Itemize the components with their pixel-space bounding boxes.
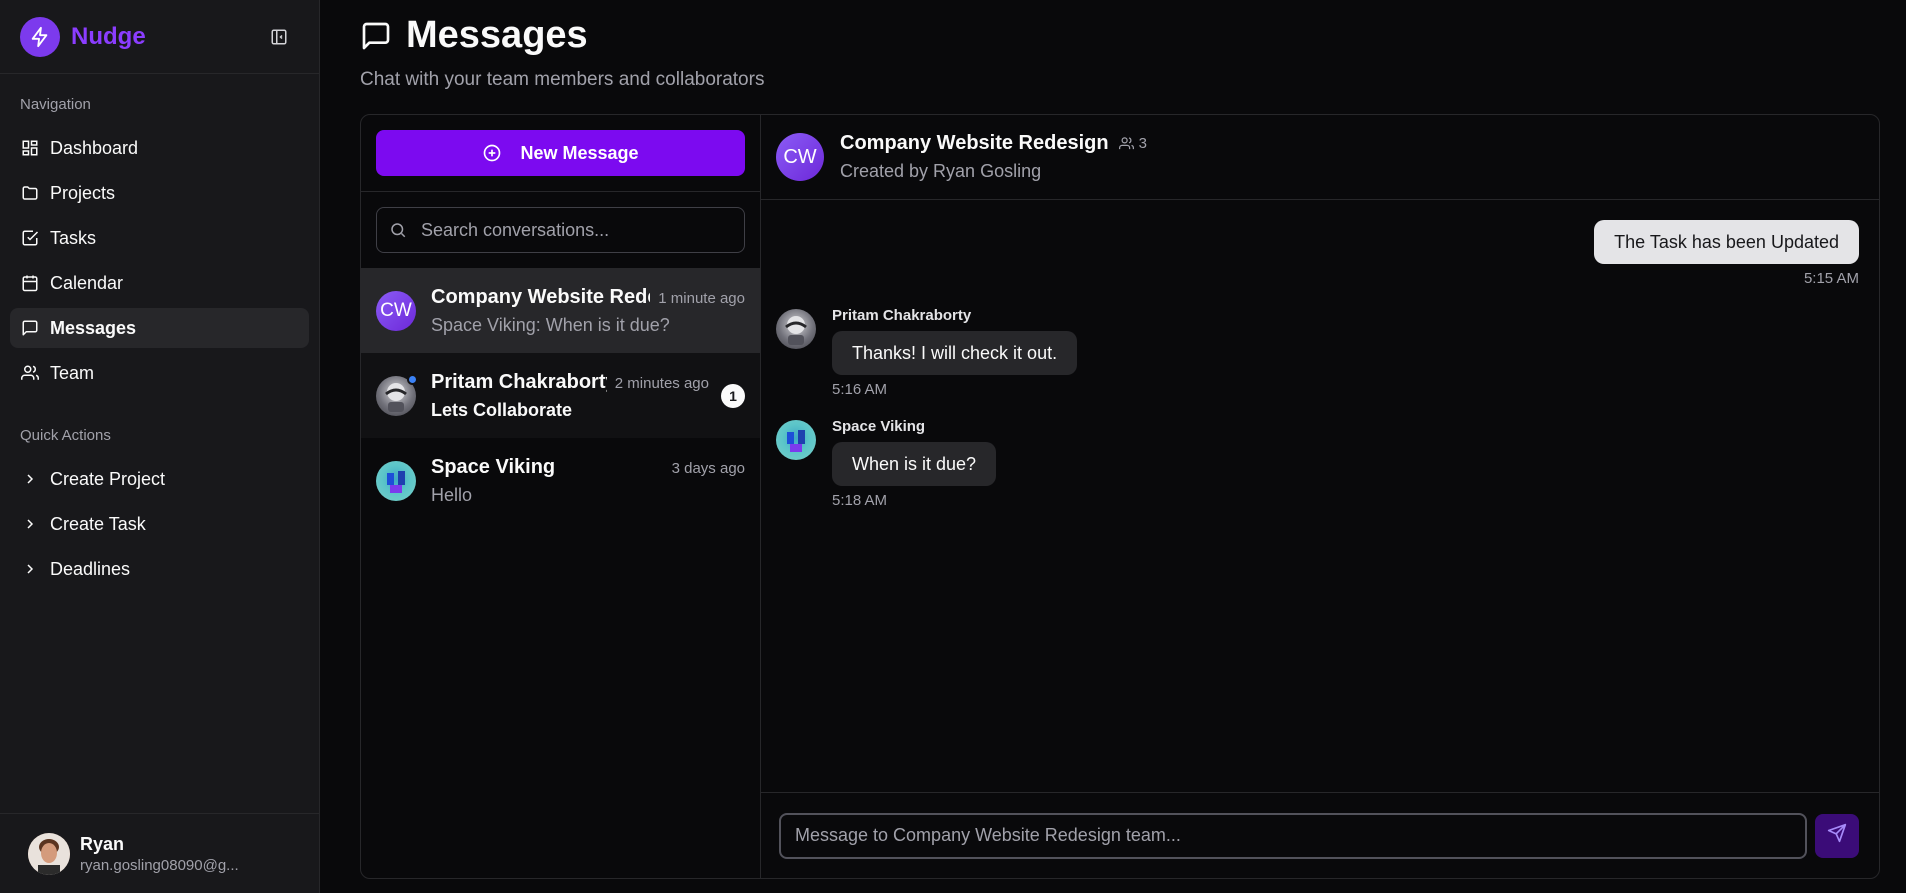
- chevron-right-icon: [20, 559, 40, 579]
- sidebar-item-tasks[interactable]: Tasks: [10, 218, 309, 258]
- calendar-icon: [20, 273, 40, 293]
- page-subtitle: Chat with your team members and collabor…: [360, 69, 765, 90]
- brand-header: Nudge: [0, 0, 319, 74]
- group-avatar: CW: [776, 133, 824, 181]
- sidebar-item-team[interactable]: Team: [10, 353, 309, 393]
- sidebar-item-calendar[interactable]: Calendar: [10, 263, 309, 303]
- chevron-right-icon: [20, 514, 40, 534]
- quick-action-label: Create Project: [50, 468, 166, 489]
- sidebar-item-projects[interactable]: Projects: [10, 173, 309, 213]
- messages-panel: New Message CW Company Website Redesign …: [360, 114, 1880, 879]
- send-icon: [1827, 823, 1847, 848]
- new-message-label: New Message: [520, 142, 639, 163]
- lightning-logo-icon[interactable]: [20, 16, 60, 57]
- conversation-preview: Hello: [431, 484, 473, 505]
- quick-deadlines[interactable]: Deadlines: [10, 549, 309, 589]
- message-square-icon: [360, 19, 394, 53]
- message-sender: Space Viking: [832, 418, 926, 435]
- conversation-list: New Message CW Company Website Redesign …: [361, 115, 761, 878]
- user-email: ryan.gosling08090@g...: [80, 856, 239, 874]
- search-input[interactable]: [421, 219, 732, 241]
- check-square-icon: [20, 228, 40, 248]
- quick-action-label: Deadlines: [50, 558, 131, 579]
- message-time: 5:18 AM: [832, 492, 888, 509]
- message-square-icon: [20, 318, 40, 338]
- conversation-item[interactable]: Pritam Chakraborty 2 minutes ago Lets Co…: [361, 353, 760, 438]
- quick-actions-nav: Create Project Create Task Deadlines: [0, 459, 319, 594]
- new-message-button[interactable]: New Message: [376, 130, 745, 176]
- avatar: [776, 420, 816, 460]
- conversation-item[interactable]: Space Viking 3 days ago Hello: [361, 438, 760, 523]
- brand-name[interactable]: Nudge: [71, 23, 146, 51]
- send-button[interactable]: [1815, 813, 1859, 858]
- avatar: [28, 832, 70, 875]
- avatar: [776, 309, 816, 349]
- sidebar-item-label: Messages: [50, 317, 137, 338]
- message-list: The Task has been Updated 5:15 AM Pritam…: [761, 200, 1879, 792]
- conversation-name: Company Website Redesign: [431, 285, 650, 308]
- quick-create-project[interactable]: Create Project: [10, 459, 309, 499]
- plus-circle-icon: [482, 143, 502, 163]
- conversation-preview: Lets Collaborate: [431, 399, 573, 420]
- conversation-time: 1 minute ago: [658, 289, 745, 307]
- group-avatar: CW: [376, 290, 416, 331]
- composer-box: [779, 812, 1807, 859]
- nav-section-label: Navigation: [20, 95, 91, 113]
- message-time: 5:15 AM: [1803, 270, 1859, 287]
- member-count[interactable]: 3: [1118, 135, 1147, 152]
- quick-actions-label: Quick Actions: [20, 426, 111, 444]
- sidebar-item-label: Tasks: [50, 227, 97, 248]
- page-title-text: Messages: [406, 14, 588, 56]
- message-composer: [761, 792, 1879, 878]
- sidebar-item-messages[interactable]: Messages: [10, 308, 309, 348]
- conversation-item[interactable]: CW Company Website Redesign 1 minute ago…: [361, 268, 760, 353]
- dashboard-icon: [20, 138, 40, 158]
- online-indicator: [407, 373, 418, 385]
- message-time: 5:16 AM: [832, 381, 888, 398]
- avatar: [376, 460, 416, 501]
- chat-header: CW Company Website Redesign 3 Created by…: [761, 115, 1879, 200]
- users-icon: [1118, 136, 1135, 152]
- avatar: [376, 373, 418, 416]
- sidebar: Nudge Navigation Dashboard Projects Task…: [0, 0, 320, 893]
- main-content: Messages Chat with your team members and…: [320, 0, 1906, 893]
- sidebar-item-label: Calendar: [50, 272, 124, 293]
- page-title: Messages: [360, 14, 1880, 57]
- search-box: [376, 207, 745, 253]
- message-incoming: Pritam Chakraborty Thanks! I will check …: [776, 307, 1859, 398]
- conversation-time: 3 days ago: [671, 459, 745, 477]
- message-outgoing: The Task has been Updated 5:15 AM: [781, 220, 1859, 287]
- chevron-right-icon: [20, 469, 40, 489]
- sidebar-item-label: Team: [50, 362, 95, 383]
- message-bubble: Thanks! I will check it out.: [832, 331, 1078, 375]
- main-nav: Dashboard Projects Tasks Calendar Messag…: [0, 128, 319, 398]
- user-profile[interactable]: Ryan ryan.gosling08090@g...: [0, 813, 319, 893]
- message-bubble: The Task has been Updated: [1594, 220, 1859, 264]
- quick-create-task[interactable]: Create Task: [10, 504, 309, 544]
- users-icon: [20, 363, 40, 383]
- user-name: Ryan: [80, 833, 125, 854]
- message-input[interactable]: [795, 825, 1791, 846]
- conversation-time: 2 minutes ago: [614, 374, 709, 392]
- conversation-name: Pritam Chakraborty: [431, 370, 607, 393]
- unread-badge: 1: [721, 383, 745, 408]
- conversation-name: Space Viking: [431, 455, 556, 478]
- quick-action-label: Create Task: [50, 513, 146, 534]
- search-icon: [389, 220, 409, 240]
- chat-window: CW Company Website Redesign 3 Created by…: [761, 115, 1879, 878]
- member-count-value: 3: [1138, 135, 1147, 152]
- message-sender: Pritam Chakraborty: [832, 307, 972, 324]
- sidebar-item-label: Dashboard: [50, 137, 139, 158]
- folder-icon: [20, 183, 40, 203]
- chat-subtitle: Created by Ryan Gosling: [840, 161, 1042, 181]
- sidebar-item-dashboard[interactable]: Dashboard: [10, 128, 309, 168]
- sidebar-item-label: Projects: [50, 182, 116, 203]
- conversation-preview: Space Viking: When is it due?: [431, 314, 670, 335]
- message-bubble: When is it due?: [832, 442, 997, 486]
- message-incoming: Space Viking When is it due? 5:18 AM: [776, 418, 1859, 509]
- chat-title: Company Website Redesign: [840, 132, 1109, 154]
- sidebar-toggle-icon[interactable]: [267, 25, 291, 49]
